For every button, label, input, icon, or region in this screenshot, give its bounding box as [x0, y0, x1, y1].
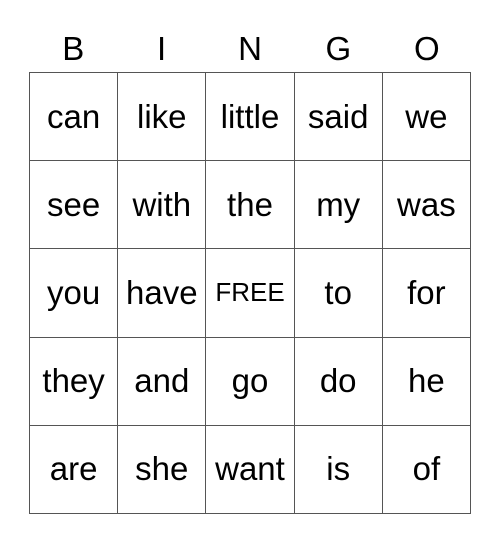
bingo-cell[interactable]: like [118, 73, 207, 162]
bingo-cell[interactable]: are [30, 425, 119, 514]
bingo-cell[interactable]: is [294, 425, 383, 514]
bingo-cell[interactable]: my [294, 161, 383, 250]
bingo-cell[interactable]: see [30, 161, 119, 250]
bingo-cell[interactable]: we [382, 73, 471, 162]
bingo-cell[interactable]: can [30, 73, 119, 162]
bingo-grid: can like little said we see with the my … [29, 72, 471, 514]
bingo-cell[interactable]: and [118, 337, 207, 426]
bingo-cell[interactable]: little [206, 73, 295, 162]
bingo-cell[interactable]: was [382, 161, 471, 250]
bingo-cell[interactable]: they [30, 337, 119, 426]
bingo-header: B I N G O [29, 26, 471, 72]
bingo-cell[interactable]: go [206, 337, 295, 426]
header-letter-i: I [157, 30, 167, 67]
header-letter-g: G [325, 30, 352, 67]
header-letter-b: B [62, 30, 85, 67]
bingo-cell[interactable]: have [118, 249, 207, 338]
bingo-cell[interactable]: for [382, 249, 471, 338]
bingo-cell[interactable]: want [206, 425, 295, 514]
bingo-cell[interactable]: the [206, 161, 295, 250]
bingo-cell[interactable]: you [30, 249, 119, 338]
bingo-cell[interactable]: of [382, 425, 471, 514]
bingo-cell[interactable]: she [118, 425, 207, 514]
bingo-cell[interactable]: he [382, 337, 471, 426]
bingo-cell[interactable]: to [294, 249, 383, 338]
header-letter-o: O [413, 30, 440, 67]
free-space-cell[interactable]: FREE [206, 249, 295, 338]
header-letter-n: N [238, 30, 262, 67]
bingo-cell[interactable]: with [118, 161, 207, 250]
bingo-cell[interactable]: said [294, 73, 383, 162]
bingo-cell[interactable]: do [294, 337, 383, 426]
